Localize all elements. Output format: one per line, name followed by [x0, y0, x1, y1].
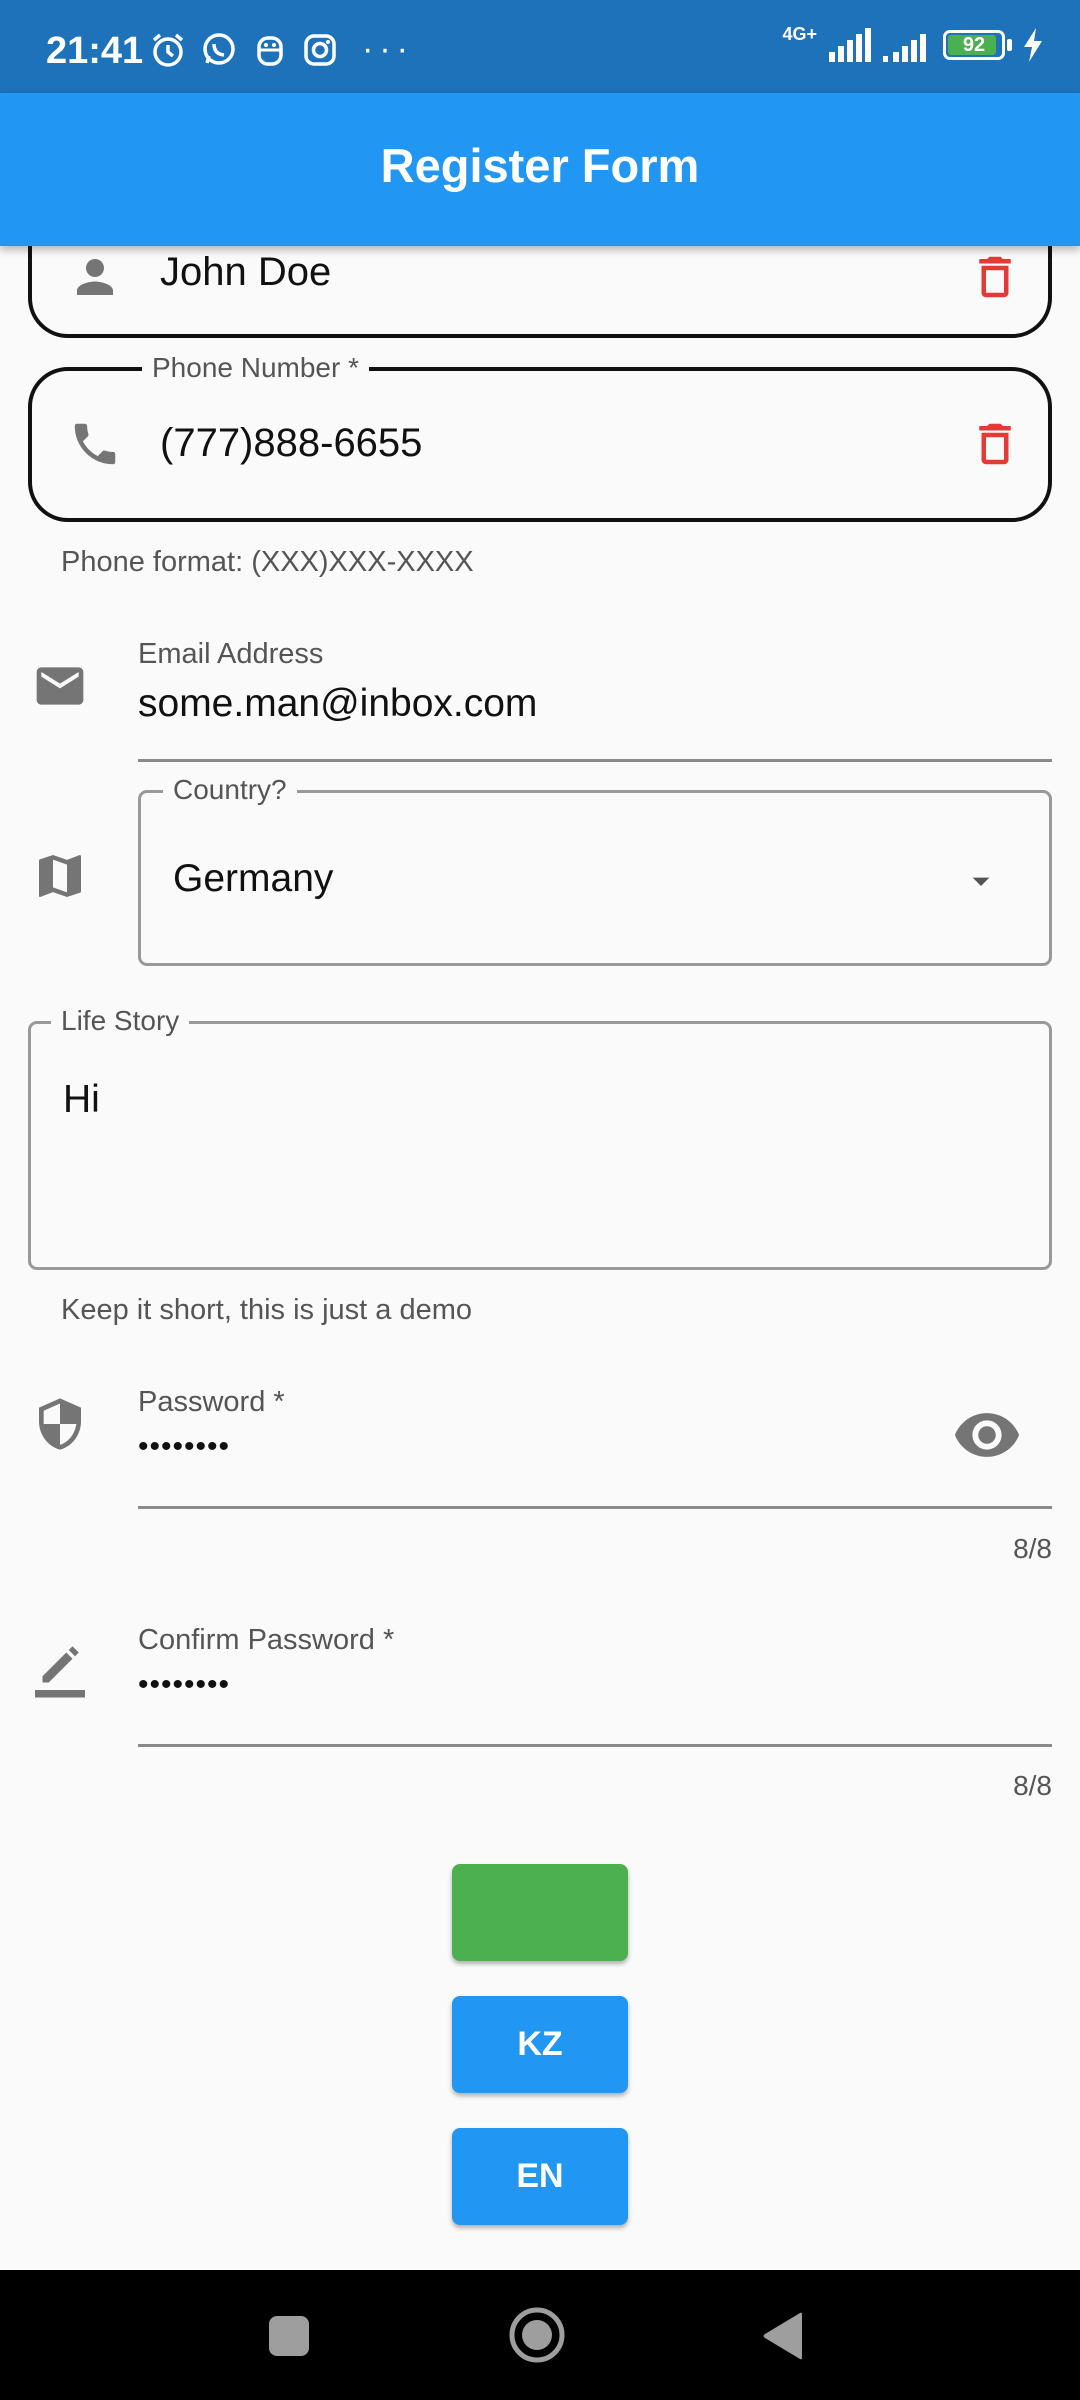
arrow-drop-down-icon: [961, 861, 1001, 901]
language-kz-button[interactable]: KZ: [452, 1996, 628, 2093]
password-label: Password *: [138, 1386, 285, 1418]
more-dots-icon: ···: [362, 30, 414, 68]
phone-icon: [68, 417, 122, 471]
password-input[interactable]: ••••••••: [138, 1430, 230, 1464]
battery-level: 92: [962, 34, 986, 56]
life-story-field[interactable]: Life Story Hi: [28, 1005, 1052, 1270]
language-en-button[interactable]: EN: [452, 2128, 628, 2225]
country-label: Country?: [163, 774, 297, 806]
back-icon[interactable]: [762, 2312, 804, 2360]
confirm-password-label: Confirm Password *: [138, 1624, 395, 1656]
recents-icon[interactable]: [268, 2315, 310, 2357]
password-counter: 8/8: [1013, 1533, 1052, 1564]
alarm-icon: [148, 30, 188, 70]
life-story-input[interactable]: Hi: [63, 1078, 100, 1122]
confirm-password-underline: [138, 1744, 1052, 1747]
phone-value[interactable]: (777)888-6655: [160, 421, 422, 466]
email-input[interactable]: some.man@inbox.com: [138, 682, 537, 726]
delete-icon[interactable]: [968, 417, 1022, 471]
phone-helper-text: Phone format: (XXX)XXX-XXXX: [61, 546, 474, 578]
instagram-icon: [300, 30, 340, 70]
status-time: 21:41: [46, 30, 144, 72]
delete-icon[interactable]: [968, 250, 1022, 304]
life-story-helper-text: Keep it short, this is just a demo: [61, 1294, 473, 1326]
phone-field[interactable]: Phone Number * (777)888-6655: [28, 352, 1052, 522]
phone-label: Phone Number *: [142, 352, 370, 384]
name-field[interactable]: John Doe: [28, 246, 1052, 338]
mail-icon: [32, 658, 86, 712]
password-underline: [138, 1506, 1052, 1509]
network-type: 4G+: [782, 24, 817, 44]
status-bar: 21:41 ··· 4G+ 92: [0, 0, 1080, 93]
email-label: Email Address: [138, 638, 324, 670]
confirm-password-counter: 8/8: [1013, 1770, 1052, 1801]
form-content[interactable]: John Doe Phone Number * (777)888-6655 Ph…: [0, 246, 1080, 2270]
eye-icon[interactable]: [952, 1400, 1022, 1470]
home-icon[interactable]: [508, 2306, 566, 2364]
name-value[interactable]: John Doe: [160, 250, 331, 295]
navigation-bar: [0, 2270, 1080, 2400]
shield-icon: [32, 1396, 86, 1450]
edit-icon: [30, 1640, 85, 1698]
life-story-label: Life Story: [51, 1005, 190, 1037]
country-selected-value: Germany: [173, 857, 334, 900]
country-dropdown[interactable]: Country? Germany: [138, 774, 1052, 966]
person-icon: [68, 250, 122, 304]
confirm-password-input[interactable]: ••••••••: [138, 1668, 230, 1702]
charging-icon: [1022, 28, 1044, 62]
battery-cap: [1007, 39, 1012, 51]
battery-icon: 92: [943, 30, 1005, 60]
submit-button[interactable]: [452, 1864, 628, 1961]
map-icon: [32, 848, 86, 902]
whatsapp-icon: [199, 30, 239, 70]
signal-icon: [827, 28, 873, 62]
signal-icon: [883, 28, 933, 62]
app-bar: Register Form: [0, 93, 1080, 246]
page-title: Register Form: [380, 139, 700, 192]
email-underline: [138, 759, 1052, 762]
bot-icon: [250, 30, 290, 70]
